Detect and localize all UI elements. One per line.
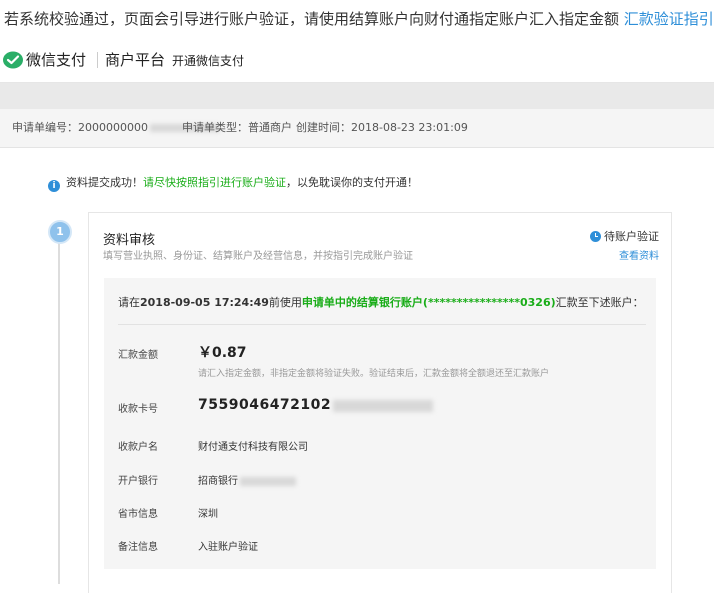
card-number-label: 收款卡号 — [118, 404, 158, 415]
details-divider — [118, 324, 646, 325]
created-time-value: 2018-08-23 23:01:09 — [351, 121, 468, 134]
application-info-bar: 申请单编号：2000000000 申请单类型：普通商户 创建时间：2018-08… — [0, 109, 714, 148]
open-wechat-pay-link[interactable]: 开通微信支付 — [172, 52, 244, 70]
transfer-deadline: 2018-09-05 17:24:49 — [140, 296, 269, 309]
remittance-guide-link[interactable]: 汇款验证指引 — [624, 10, 714, 28]
application-id-label: 申请单编号： — [12, 121, 78, 134]
bank: 招商银行 — [198, 472, 296, 487]
application-type: 申请单类型：普通商户 — [182, 109, 292, 147]
step-timeline — [58, 238, 60, 584]
amount-note: 请汇入指定金额，非指定金额将验证失败。验证结束后，汇款金额将全额退还至汇款账户 — [198, 369, 550, 379]
transfer-prefix: 请在 — [118, 296, 140, 309]
application-type-value: 普通商户 — [248, 121, 292, 134]
transfer-suffix: 汇款至下述账户： — [555, 296, 644, 309]
instruction-body: 若系统校验通过，页面会引导进行账户验证，请使用结算账户向财付通指定账户汇入指定金… — [4, 10, 620, 28]
step-status: 待账户验证 — [590, 228, 659, 244]
notice-suffix: ，以免耽误你的支付开通！ — [286, 176, 418, 189]
card-number-value: 7559046472102 — [198, 397, 332, 413]
application-id-value: 2000000000 — [78, 121, 148, 134]
region-value: 深圳 — [198, 509, 218, 520]
bank-value: 招商银行 — [198, 476, 238, 487]
platform-title: 商户平台 — [105, 51, 166, 69]
application-type-label: 申请单类型： — [182, 121, 248, 134]
top-navigation: 微信支付 商户平台 开通微信支付 — [0, 38, 714, 83]
created-time-label: 创建时间： — [296, 121, 351, 134]
clock-icon — [590, 231, 601, 242]
remittance-details-panel: 请在2018-09-05 17:24:49前使用申请单中的结算银行账户(****… — [104, 278, 656, 569]
account-verification-guide-link[interactable]: 请尽快按照指引进行账户验证 — [143, 176, 286, 189]
gray-banner — [0, 83, 714, 109]
redacted-card-number — [333, 400, 434, 412]
account-name-label: 收款户名 — [118, 442, 158, 453]
remark-value: 入驻账户验证 — [198, 542, 258, 553]
header-divider — [97, 52, 98, 68]
view-materials-link[interactable]: 查看资料 — [619, 247, 659, 262]
step-subtitle: 填写营业执照、身份证、结算账户及经营信息，并按指引完成账户验证 — [103, 251, 413, 262]
settlement-account-link[interactable]: 申请单中的结算银行账户(****************0326) — [302, 296, 556, 309]
card-number: 7559046472102 — [198, 397, 434, 413]
step-number-badge: 1 — [48, 220, 72, 244]
transfer-mid: 前使用 — [268, 296, 302, 309]
instruction-text: 若系统校验通过，页面会引导进行账户验证，请使用结算账户向财付通指定账户汇入指定金… — [0, 0, 714, 38]
created-time: 创建时间：2018-08-23 23:01:09 — [296, 109, 468, 147]
transfer-instruction: 请在2018-09-05 17:24:49前使用申请单中的结算银行账户(****… — [118, 294, 644, 310]
status-text: 待账户验证 — [604, 230, 659, 243]
region-label: 省市信息 — [118, 509, 158, 520]
submission-notice: i 资料提交成功！请尽快按照指引进行账户验证，以免耽误你的支付开通！ — [48, 175, 418, 192]
amount-value: ￥0.87 — [198, 345, 247, 361]
amount-label: 汇款金额 — [118, 350, 158, 361]
brand-name: 微信支付 — [26, 51, 87, 69]
notice-prefix: 资料提交成功！ — [66, 176, 143, 189]
wechat-pay-logo-icon — [3, 51, 23, 69]
remark-label: 备注信息 — [118, 542, 158, 553]
step-title: 资料审核 — [103, 233, 156, 248]
account-name-value: 财付通支付科技有限公司 — [198, 442, 308, 453]
info-icon: i — [48, 180, 60, 192]
redacted-bank-branch — [240, 476, 296, 486]
bank-label: 开户银行 — [118, 476, 158, 487]
